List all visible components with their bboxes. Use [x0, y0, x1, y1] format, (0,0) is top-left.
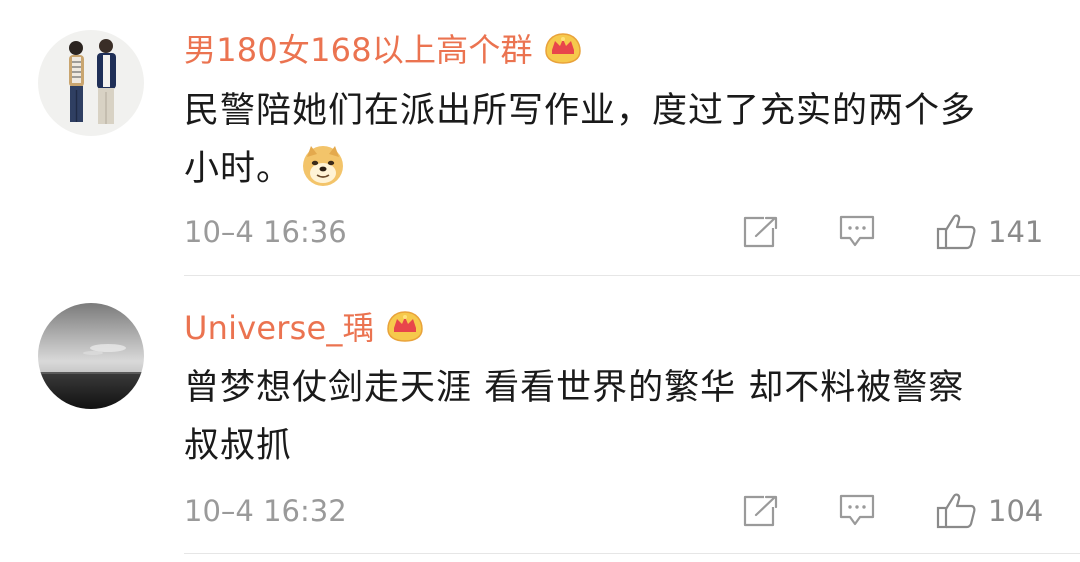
- sea-horizon-avatar: [38, 303, 144, 409]
- couple-photo-avatar: [38, 30, 144, 136]
- timestamp: 10–4 16:36: [184, 215, 347, 249]
- divider: [184, 553, 1080, 554]
- like-button[interactable]: 104: [936, 491, 1043, 531]
- comment-list: 男180女168以上高个群 民警陪她们在派出所写作业，度过了充实的两个多 小时。: [0, 0, 1080, 562]
- comment-text: 民警陪她们在派出所写作业，度过了充实的两个多 小时。: [184, 82, 1056, 198]
- thumbs-up-icon: [936, 493, 976, 529]
- vip-crown-icon: [385, 308, 425, 344]
- comment-text-line: 民警陪她们在派出所写作业，度过了充实的两个多: [184, 91, 977, 131]
- comment-icon: [839, 215, 875, 247]
- share-icon: [743, 216, 778, 248]
- timestamp: 10–4 16:32: [184, 494, 347, 528]
- share-button[interactable]: [742, 491, 780, 531]
- comment-icon: [839, 494, 875, 526]
- share-button[interactable]: [742, 212, 780, 252]
- username-link[interactable]: Universe_瑀: [184, 303, 375, 349]
- reply-button[interactable]: [838, 491, 876, 531]
- comment-meta: 10–4 16:32 104: [184, 491, 1056, 531]
- comment-text-line: 曾梦想仗剑走天涯 看看世界的繁华 却不料被警察: [184, 368, 965, 408]
- doge-emoji-icon: [300, 142, 346, 188]
- avatar[interactable]: [38, 30, 144, 136]
- comment-text-line-2: 小时。: [184, 140, 1056, 198]
- divider: [184, 275, 1080, 276]
- comment-text-line: 叔叔抓: [184, 426, 293, 466]
- like-count: 104: [988, 494, 1044, 528]
- vip-crown-icon: [543, 30, 583, 66]
- like-count: 141: [988, 215, 1044, 249]
- comment-meta: 10–4 16:36 141: [184, 212, 1056, 252]
- thumbs-up-icon: [936, 214, 976, 250]
- reply-button[interactable]: [838, 212, 876, 252]
- share-icon: [743, 495, 778, 527]
- like-button[interactable]: 141: [936, 212, 1043, 252]
- username-row: Universe_瑀: [184, 304, 425, 348]
- comment-text: 曾梦想仗剑走天涯 看看世界的繁华 却不料被警察 叔叔抓: [184, 359, 1056, 475]
- avatar[interactable]: [38, 303, 144, 409]
- comment-text-line: 小时。: [184, 149, 293, 189]
- username-row: 男180女168以上高个群: [184, 26, 583, 70]
- username-link[interactable]: 男180女168以上高个群: [184, 25, 533, 71]
